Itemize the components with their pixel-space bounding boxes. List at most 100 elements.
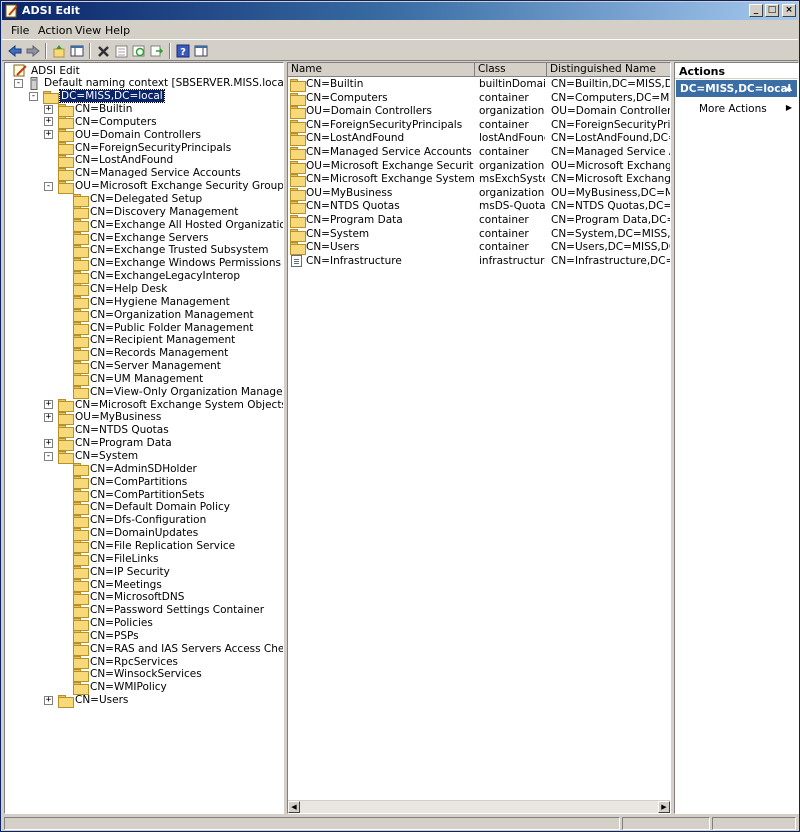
- tree-node-label[interactable]: OU=Microsoft Exchange Security Groups: [75, 180, 283, 192]
- tree-node-label[interactable]: CN=RpcServices: [90, 656, 178, 668]
- tree-node-label[interactable]: CN=Exchange Trusted Subsystem: [90, 244, 268, 256]
- tree-node-label[interactable]: CN=ExchangeLegacyInterop: [90, 270, 240, 282]
- expand-icon[interactable]: +: [44, 400, 53, 410]
- column-header-class[interactable]: Class: [475, 63, 547, 77]
- refresh-icon[interactable]: [130, 42, 148, 60]
- title-bar[interactable]: ADSI Edit _ □ ×: [2, 2, 798, 20]
- maximize-button[interactable]: □: [765, 4, 779, 17]
- tree-node-label[interactable]: CN=IP Security: [90, 566, 170, 578]
- scroll-right-button[interactable]: ▶: [658, 801, 670, 813]
- tree-node-label[interactable]: CN=Records Management: [90, 347, 228, 359]
- back-icon[interactable]: [6, 42, 24, 60]
- tree-node-label[interactable]: CN=Organization Management: [90, 309, 254, 321]
- list-row[interactable]: CN=Infrastructure infrastructure... CN=Inf…: [288, 254, 670, 268]
- tree-node-label[interactable]: CN=Meetings: [90, 579, 162, 591]
- tree-node-label[interactable]: CN=Policies: [90, 617, 153, 629]
- tree-node-label[interactable]: CN=PSPs: [90, 630, 139, 642]
- tree-node-label[interactable]: OU=MyBusiness: [75, 411, 161, 423]
- list-row[interactable]: CN=NTDS Quotas msDS-Quota... CN=NTDS Quota…: [288, 200, 670, 215]
- menu-help[interactable]: Help: [105, 24, 130, 37]
- forward-icon[interactable]: [24, 42, 42, 60]
- tree-node-label[interactable]: CN=AdminSDHolder: [90, 463, 197, 475]
- tree-node-label[interactable]: CN=MicrosoftDNS: [90, 591, 184, 603]
- list-row[interactable]: OU=Microsoft Exchange Security Groups org…: [288, 160, 670, 174]
- tree-node-label[interactable]: CN=DomainUpdates: [90, 527, 198, 539]
- tree-node-label[interactable]: CN=FileLinks: [90, 553, 159, 565]
- list-row[interactable]: CN=Users container CN=Users,DC=MISS,DC=loc…: [288, 241, 670, 256]
- tree-node-label[interactable]: CN=Discovery Management: [90, 206, 238, 218]
- more-actions-item[interactable]: More Actions: [699, 103, 767, 115]
- tree-node-label[interactable]: CN=ComPartitionSets: [90, 489, 204, 501]
- tree-node-label[interactable]: CN=UM Management: [90, 373, 203, 385]
- expand-icon[interactable]: +: [44, 117, 53, 127]
- tree-node-label[interactable]: DC=MISS,DC=local: [59, 89, 165, 104]
- column-header-name[interactable]: Name: [288, 63, 475, 77]
- tree-node-label[interactable]: CN=Users: [75, 694, 128, 706]
- collapse-icon[interactable]: -: [29, 91, 38, 101]
- tree-node-label[interactable]: OU=Domain Controllers: [75, 129, 201, 141]
- tree-node-label[interactable]: CN=View-Only Organization Management: [90, 386, 283, 398]
- list-row[interactable]: OU=Domain Controllers organizationa... OU=…: [288, 105, 670, 120]
- tree-node-label[interactable]: CN=Exchange Servers: [90, 232, 209, 244]
- list-row[interactable]: CN=Managed Service Accounts container CN=M…: [288, 146, 670, 160]
- tree-node-label[interactable]: CN=LostAndFound: [75, 154, 173, 166]
- collapse-icon[interactable]: -: [44, 451, 53, 461]
- tree-node-label[interactable]: CN=Program Data: [75, 437, 172, 449]
- minimize-button[interactable]: _: [749, 4, 763, 17]
- list-row[interactable]: CN=LostAndFound lostAndFound CN=LostAndFou…: [288, 132, 670, 147]
- tree-node-label[interactable]: CN=Password Settings Container: [90, 604, 264, 616]
- tree-node-label[interactable]: ADSI Edit: [31, 65, 80, 77]
- close-button[interactable]: ×: [782, 4, 796, 17]
- collapse-icon[interactable]: -: [44, 181, 53, 191]
- collapse-up-icon[interactable]: ▲: [786, 83, 792, 92]
- delete-icon[interactable]: [94, 42, 112, 60]
- tree-node-label[interactable]: Default naming context [SBSERVER.MISS.lo…: [44, 77, 283, 89]
- expand-icon[interactable]: +: [44, 412, 53, 422]
- tree-node-label[interactable]: CN=Hygiene Management: [90, 296, 230, 308]
- tree-node-label[interactable]: CN=Server Management: [90, 360, 221, 372]
- up-icon[interactable]: [50, 42, 68, 60]
- tree-node-label[interactable]: CN=Exchange All Hosted Organizations: [90, 219, 283, 231]
- list-row[interactable]: OU=MyBusiness organizationa... OU=MyBusine…: [288, 187, 670, 201]
- column-header-dn[interactable]: Distinguished Name: [547, 63, 670, 77]
- export-icon[interactable]: [148, 42, 166, 60]
- tree-node-label[interactable]: CN=Exchange Windows Permissions: [90, 257, 281, 269]
- tree-node-label[interactable]: CN=Help Desk: [90, 283, 167, 295]
- expand-icon[interactable]: +: [44, 130, 53, 140]
- tree-node-label[interactable]: CN=Computers: [75, 116, 157, 128]
- tree-node-label[interactable]: CN=WinsockServices: [90, 668, 202, 680]
- expand-icon[interactable]: +: [44, 104, 53, 114]
- tree-node-label[interactable]: CN=Microsoft Exchange System Objects: [75, 399, 283, 411]
- show-hide-tree-icon[interactable]: [68, 42, 86, 60]
- tree-node-label[interactable]: CN=ForeignSecurityPrincipals: [75, 142, 231, 154]
- tree-node-label[interactable]: CN=ComPartitions: [90, 476, 187, 488]
- list-row[interactable]: CN=Microsoft Exchange System Objects msEx…: [288, 173, 670, 188]
- action-pane-icon[interactable]: [192, 42, 210, 60]
- scroll-left-button[interactable]: ◀: [288, 801, 300, 813]
- tree-node-label[interactable]: CN=Dfs-Configuration: [90, 514, 206, 526]
- list-row[interactable]: CN=Program Data container CN=Program Data,…: [288, 214, 670, 228]
- menu-action[interactable]: Action: [38, 24, 72, 37]
- results-list[interactable]: Name Class Distinguished Name CN=Builtin…: [287, 62, 671, 814]
- expand-icon[interactable]: +: [44, 695, 53, 705]
- tree-node-label[interactable]: CN=Recipient Management: [90, 334, 235, 346]
- list-row[interactable]: CN=ForeignSecurityPrincipals container CN=…: [288, 119, 670, 133]
- tree-node-label[interactable]: CN=Public Folder Management: [90, 322, 253, 334]
- help-icon[interactable]: ?: [174, 42, 192, 60]
- tree-node-label[interactable]: CN=RAS and IAS Servers Access Check: [90, 643, 283, 655]
- tree-node-label[interactable]: CN=Delegated Setup: [90, 193, 202, 205]
- tree-node-label[interactable]: CN=WMIPolicy: [90, 681, 167, 693]
- list-row[interactable]: CN=System container CN=System,DC=MISS,DC=l…: [288, 228, 670, 242]
- tree-node-label[interactable]: CN=Managed Service Accounts: [75, 167, 241, 179]
- tree-node-label[interactable]: CN=File Replication Service: [90, 540, 235, 552]
- collapse-icon[interactable]: -: [14, 78, 23, 88]
- tree-node-label[interactable]: CN=Builtin: [75, 103, 132, 115]
- properties-icon[interactable]: [112, 42, 130, 60]
- tree-node-label[interactable]: CN=System: [75, 450, 138, 462]
- horizontal-scrollbar[interactable]: ◀ ▶: [288, 800, 670, 813]
- expand-icon[interactable]: +: [44, 438, 53, 448]
- menu-view[interactable]: View: [75, 24, 101, 37]
- console-tree[interactable]: ADSI Edit - Default naming context [SBSERV…: [4, 62, 284, 814]
- menu-file[interactable]: File: [11, 24, 29, 37]
- tree-node-label[interactable]: CN=Default Domain Policy: [90, 501, 230, 513]
